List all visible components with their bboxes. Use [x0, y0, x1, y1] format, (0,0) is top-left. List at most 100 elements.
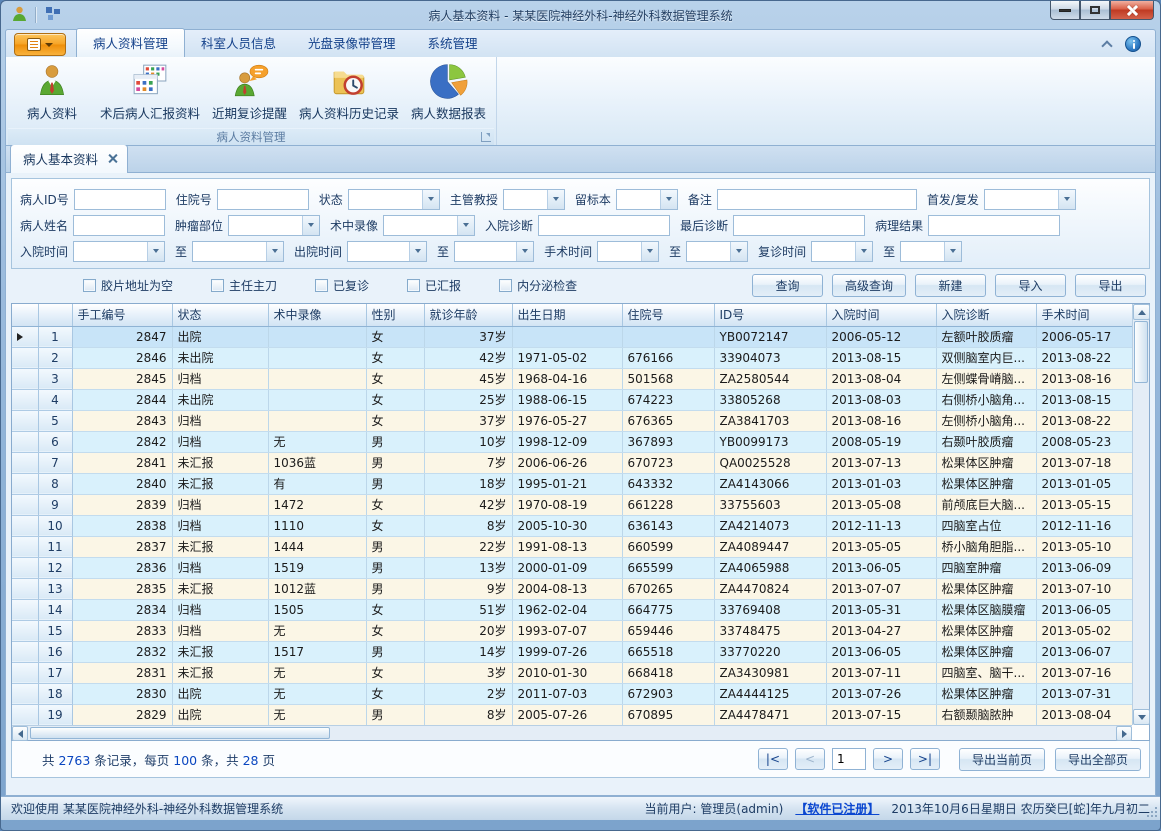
table-row[interactable]: 82840未汇报有男18岁1995-01-21643332ZA414306620…	[12, 473, 1132, 494]
table-row[interactable]: 32845归档女45岁1968-04-16501568ZA25805442013…	[12, 368, 1132, 389]
text-input[interactable]	[217, 189, 309, 210]
combo-dropdown-arrow-icon[interactable]	[422, 190, 439, 209]
column-header[interactable]: 性别	[366, 304, 424, 326]
filter-checkbox[interactable]: 已汇报	[407, 277, 461, 294]
ribbon-tab-patient-data[interactable]: 病人资料管理	[76, 28, 185, 58]
table-row[interactable]: 112837未汇报1444男22岁1991-08-13660599ZA40894…	[12, 536, 1132, 557]
postop-report-data-button[interactable]: 术后病人汇报资料	[94, 60, 206, 125]
table-row[interactable]: 122836归档1519男13岁2000-01-09665599ZA406598…	[12, 557, 1132, 578]
filter-checkbox[interactable]: 已复诊	[315, 277, 369, 294]
next-page-button[interactable]: >	[873, 748, 903, 770]
vertical-scrollbar[interactable]	[1132, 304, 1149, 725]
checkbox-box[interactable]	[407, 279, 420, 292]
combo-select[interactable]	[503, 189, 565, 210]
column-header[interactable]: 入院诊断	[936, 304, 1036, 326]
text-input[interactable]	[73, 215, 165, 236]
row-selector-cell[interactable]	[12, 326, 38, 347]
row-selector-cell[interactable]	[12, 473, 38, 494]
checkbox-box[interactable]	[499, 279, 512, 292]
revisit-reminder-button[interactable]: 近期复诊提醒	[206, 60, 293, 125]
table-row[interactable]: 162832未汇报1517男14岁1999-07-266655183377022…	[12, 641, 1132, 662]
filter-checkbox[interactable]: 胶片地址为空	[83, 277, 173, 294]
column-header[interactable]: 入院时间	[826, 304, 936, 326]
combo-dropdown-arrow-icon[interactable]	[641, 242, 658, 261]
combo-dropdown-arrow-icon[interactable]	[457, 216, 474, 235]
filter-checkbox[interactable]: 内分泌检查	[499, 277, 577, 294]
table-row[interactable]: 172831未汇报无女3岁2010-01-30668418ZA343098120…	[12, 662, 1132, 683]
combo-select[interactable]	[454, 241, 534, 262]
combo-dropdown-arrow-icon[interactable]	[409, 242, 426, 261]
table-row[interactable]: 72841未汇报1036蓝男7岁2006-06-26670723QA002552…	[12, 452, 1132, 473]
first-page-button[interactable]: |<	[758, 748, 788, 770]
combo-select[interactable]	[383, 215, 475, 236]
minimize-button[interactable]	[1050, 1, 1080, 20]
collapse-ribbon-icon[interactable]	[1101, 40, 1112, 51]
tab-close-icon[interactable]	[108, 154, 117, 163]
row-selector-cell[interactable]	[12, 494, 38, 515]
combo-dropdown-arrow-icon[interactable]	[516, 242, 533, 261]
application-menu-button[interactable]	[14, 33, 66, 56]
row-selector-cell[interactable]	[12, 641, 38, 662]
combo-dropdown-arrow-icon[interactable]	[547, 190, 564, 209]
combo-select[interactable]	[984, 189, 1076, 210]
row-selector-cell[interactable]	[12, 704, 38, 725]
checkbox-box[interactable]	[315, 279, 328, 292]
row-selector-cell[interactable]	[12, 578, 38, 599]
table-row[interactable]: 152833归档无女20岁1993-07-0765944633748475201…	[12, 620, 1132, 641]
column-header[interactable]: 就诊年龄	[424, 304, 512, 326]
vertical-scroll-thumb[interactable]	[1134, 321, 1148, 383]
table-row[interactable]: 142834归档1505女51岁1962-02-0466477533769408…	[12, 599, 1132, 620]
export-all-pages-button[interactable]: 导出全部页	[1055, 748, 1141, 771]
scroll-right-button[interactable]	[1116, 726, 1132, 741]
row-selector-cell[interactable]	[12, 389, 38, 410]
combo-dropdown-arrow-icon[interactable]	[730, 242, 747, 261]
filter-checkbox[interactable]: 主任主刀	[211, 277, 277, 294]
close-button[interactable]	[1110, 1, 1154, 20]
row-selector-cell[interactable]	[12, 410, 38, 431]
query-button[interactable]: 查询	[752, 274, 823, 297]
ribbon-tab-disc-video[interactable]: 光盘录像带管理	[292, 29, 412, 57]
ribbon-tab-system[interactable]: 系统管理	[412, 29, 494, 57]
text-input[interactable]	[733, 215, 865, 236]
combo-dropdown-arrow-icon[interactable]	[944, 242, 961, 261]
combo-dropdown-arrow-icon[interactable]	[855, 242, 872, 261]
import-button[interactable]: 导入	[995, 274, 1066, 297]
resize-grip[interactable]	[1147, 807, 1157, 817]
combo-select[interactable]	[73, 241, 165, 262]
table-row[interactable]: 52843归档女37岁1976-05-27676365ZA38417032013…	[12, 410, 1132, 431]
ribbon-tab-staff-info[interactable]: 科室人员信息	[185, 29, 292, 57]
column-header[interactable]: 出生日期	[512, 304, 622, 326]
scroll-left-button[interactable]	[12, 726, 28, 741]
table-row[interactable]: 62842归档无男10岁1998-12-09367893YB0099173200…	[12, 431, 1132, 452]
combo-select[interactable]	[686, 241, 748, 262]
table-row[interactable]: 92839归档1472女42岁1970-08-19661228337556032…	[12, 494, 1132, 515]
column-header[interactable]: 住院号	[622, 304, 714, 326]
row-selector-cell[interactable]	[12, 347, 38, 368]
row-selector-cell[interactable]	[12, 557, 38, 578]
checkbox-box[interactable]	[211, 279, 224, 292]
app-logo-icon[interactable]	[11, 5, 28, 25]
combo-select[interactable]	[811, 241, 873, 262]
column-header[interactable]: 术中录像	[268, 304, 366, 326]
last-page-button[interactable]: >|	[910, 748, 940, 770]
combo-select[interactable]	[228, 215, 320, 236]
table-row[interactable]: 12847出院女37岁YB00721472006-05-12左额叶胶质瘤2006…	[12, 326, 1132, 347]
checkbox-box[interactable]	[83, 279, 96, 292]
info-icon[interactable]	[1125, 36, 1141, 52]
scroll-up-button[interactable]	[1133, 304, 1150, 320]
row-selector-cell[interactable]	[12, 452, 38, 473]
column-header[interactable]: ID号	[714, 304, 826, 326]
patient-data-button[interactable]: 病人资料	[10, 60, 94, 125]
registered-link[interactable]: 【软件已注册】	[795, 800, 879, 817]
advanced-query-button[interactable]: 高级查询	[832, 274, 906, 297]
page-number-input[interactable]	[832, 748, 866, 770]
row-selector-cell[interactable]	[12, 683, 38, 704]
combo-select[interactable]	[348, 189, 440, 210]
patient-report-chart-button[interactable]: 病人数据报表	[405, 60, 492, 125]
scroll-down-button[interactable]	[1133, 709, 1150, 725]
column-header[interactable]: 状态	[172, 304, 268, 326]
combo-dropdown-arrow-icon[interactable]	[147, 242, 164, 261]
row-selector-cell[interactable]	[12, 662, 38, 683]
combo-dropdown-arrow-icon[interactable]	[302, 216, 319, 235]
combo-select[interactable]	[347, 241, 427, 262]
